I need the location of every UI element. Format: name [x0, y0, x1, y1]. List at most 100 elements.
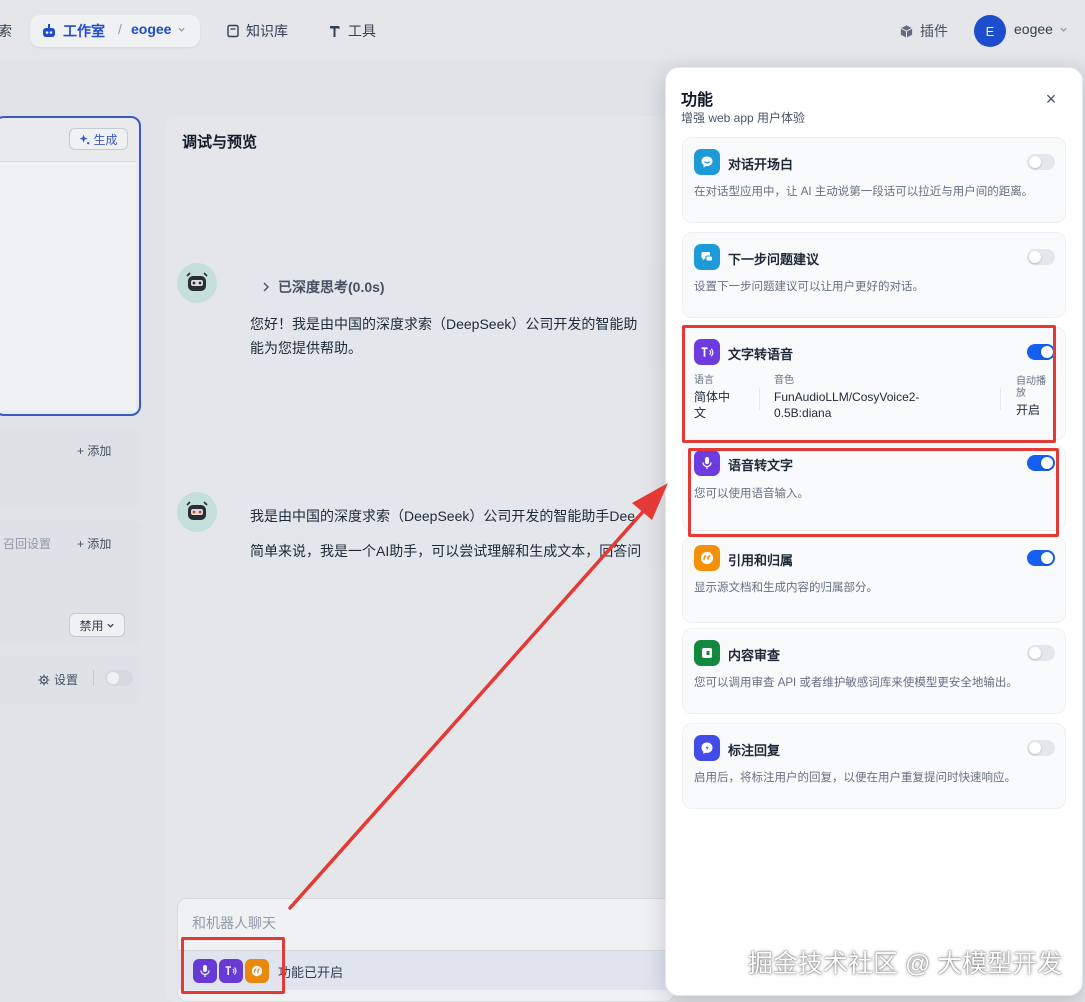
feature-desc-suggestions: 设置下一步问题建议可以让用户更好的对话。 [694, 281, 924, 293]
drawer-subtitle: 增强 web app 用户体验 [681, 111, 806, 125]
quote-icon [245, 959, 269, 983]
chat-input-placeholder: 和机器人聊天 [192, 915, 276, 931]
chevron-down-icon [106, 623, 114, 628]
toggle-annotation[interactable] [1027, 740, 1055, 756]
hammer-icon [330, 26, 340, 37]
feature-card-opening [682, 137, 1066, 223]
nav-tools-label: 工具 [348, 23, 376, 39]
user-avatar[interactable]: E [974, 15, 1006, 47]
feature-desc-annotation: 启用后，将标注用户的回复，以便在用户重复提问时快速响应。 [694, 772, 1016, 784]
moderation-icon [694, 640, 720, 666]
gear-icon [38, 674, 50, 685]
chevron-down-icon [1060, 27, 1067, 32]
feature-desc-stt: 您可以使用语音输入。 [694, 488, 809, 500]
robot-face-icon [186, 272, 208, 291]
feature-title-opening: 对话开场白 [728, 157, 794, 172]
variables-card [0, 427, 141, 509]
nav-separator: / [118, 21, 122, 37]
deep-thinking-label: 已深度思考(0.0s) [278, 279, 385, 295]
feature-title-moderation: 内容审查 [728, 648, 781, 663]
deep-thinking-toggle[interactable]: 已深度思考(0.0s) [262, 277, 385, 297]
book-icon [227, 24, 239, 38]
feature-title-stt: 语音转文字 [728, 458, 794, 473]
disable-dropdown[interactable]: 禁用 [69, 613, 125, 637]
divider [1000, 388, 1001, 410]
disable-label: 禁用 [79, 618, 104, 633]
add-context-button[interactable]: + 添加 [77, 535, 111, 552]
cube-icon [900, 24, 913, 38]
sparkle-icon [79, 133, 90, 144]
feature-card-moderation [682, 628, 1066, 714]
feature-desc-opening: 在对话型应用中，让 AI 主动说第一段话可以拉近与用户间的距离。 [694, 186, 1034, 198]
message-1-line-1: 您好！我是由中国的深度求索（DeepSeek）公司开发的智能助 [250, 316, 638, 332]
message-2-line-1: 我是由中国的深度求索（DeepSeek）公司开发的智能助手Dee [250, 508, 636, 524]
chevron-right-icon [263, 282, 269, 292]
tts-voice-value[interactable]: FunAudioLLM/CosyVoice2- [774, 389, 919, 405]
watermark-text: 掘金技术社区 @ 大模型开发 [748, 950, 1063, 978]
microphone-icon [193, 959, 217, 983]
bot-avatar [177, 263, 217, 303]
chevron-down-icon [178, 27, 186, 32]
prompt-textarea[interactable] [0, 161, 136, 411]
tts-language-label: 语言 [694, 375, 714, 386]
workspace-selector[interactable]: eogee [131, 21, 186, 37]
chat-bubble-icon [694, 149, 720, 175]
message-2-line-2: 简单来说，我是一个AI助手，可以尝试理解和生成文本，回答问 [250, 543, 642, 559]
drawer-title: 功能 [681, 92, 714, 109]
nav-separator-label: / [118, 21, 122, 37]
tts-autoplay-label: 自动播 [1016, 376, 1046, 387]
nav-knowledge-label: 知识库 [246, 23, 288, 39]
toggle-stt[interactable] [1027, 455, 1055, 471]
toggle-citations[interactable] [1027, 550, 1055, 566]
text-to-speech-icon [219, 959, 243, 983]
toggle-moderation[interactable] [1027, 645, 1055, 661]
tts-autoplay-value[interactable]: 开启 [1016, 402, 1040, 418]
preview-title: 调试与预览 [182, 134, 258, 151]
microphone-icon [694, 450, 720, 476]
workspace-label: eogee [131, 21, 172, 37]
generate-label: 生成 [93, 132, 118, 147]
nav-plugins-label: 插件 [920, 23, 948, 39]
feature-card-suggestions [682, 232, 1066, 318]
robot-icon [43, 24, 55, 37]
tts-language-value-cont: 文 [694, 406, 707, 420]
nav-explore-label: 索 [0, 23, 12, 39]
recall-settings-button[interactable]: 召回设置 [3, 535, 51, 552]
nav-item-tools[interactable]: 工具 [328, 21, 376, 41]
nav-item-explore[interactable]: 索 [0, 21, 12, 41]
add-context-label: 添加 [87, 537, 112, 551]
toggle-tts[interactable] [1027, 344, 1055, 360]
feature-title-suggestions: 下一步问题建议 [728, 252, 820, 267]
toggle-suggestions[interactable] [1027, 249, 1055, 265]
vision-settings-button[interactable]: 设置 [38, 671, 78, 688]
close-glyph: × [1045, 89, 1057, 109]
feature-title-citations: 引用和归属 [728, 553, 794, 568]
text-to-speech-icon [694, 339, 720, 365]
divider [93, 670, 94, 686]
user-name: eogee [1014, 21, 1053, 37]
tts-autoplay-label-cont: 放 [1016, 388, 1026, 399]
generate-button[interactable]: 生成 [69, 128, 128, 150]
feature-desc-citations: 显示源文档和生成内容的归属部分。 [694, 582, 878, 594]
add-variable-button[interactable]: + 添加 [77, 442, 111, 459]
user-menu[interactable]: eogee [1014, 21, 1068, 37]
nav-studio-label: 工作室 [63, 23, 105, 39]
nav-item-studio[interactable]: 工作室 [41, 21, 105, 41]
annotation-icon [694, 735, 720, 761]
features-enabled-label: 功能已开启 [278, 965, 344, 980]
vision-toggle[interactable] [105, 670, 133, 686]
suggest-icon [694, 244, 720, 270]
quote-icon [694, 545, 720, 571]
avatar-letter: E [985, 23, 995, 39]
nav-item-plugins[interactable]: 插件 [899, 21, 948, 41]
divider [759, 388, 760, 410]
prompt-editor-card [0, 116, 141, 416]
feature-title-annotation: 标注回复 [728, 743, 781, 758]
close-icon[interactable]: × [1042, 89, 1060, 109]
nav-item-knowledge[interactable]: 知识库 [226, 21, 288, 41]
feature-desc-moderation: 您可以调用审查 API 或者维护敏感词库来使模型更安全地输出。 [694, 677, 1018, 689]
bot-avatar [177, 492, 217, 532]
robot-face-icon [186, 501, 208, 520]
tts-language-value[interactable]: 简体中 [694, 389, 730, 405]
toggle-opening[interactable] [1027, 154, 1055, 170]
